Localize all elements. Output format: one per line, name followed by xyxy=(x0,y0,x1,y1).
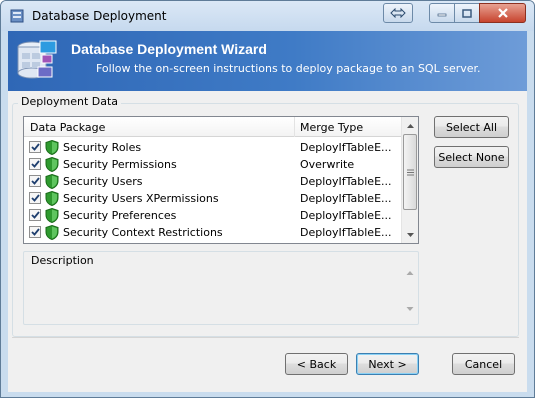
cancel-button[interactable]: Cancel xyxy=(452,353,515,375)
row-package-name: Security Users xyxy=(63,175,143,188)
arrow-up-icon xyxy=(406,123,414,128)
green-shield-icon xyxy=(45,157,59,172)
scroll-down-button[interactable] xyxy=(402,226,418,243)
wizard-title: Database Deployment Wizard xyxy=(71,41,267,57)
deployment-data-label: Deployment Data xyxy=(18,95,122,108)
arrow-down-icon xyxy=(406,232,414,237)
grip-icon xyxy=(406,169,414,175)
close-button[interactable] xyxy=(479,3,526,23)
select-all-button[interactable]: Select All xyxy=(434,116,509,138)
row-package-name: Security Users XPermissions xyxy=(63,192,219,205)
wizard-body: Deployment Data Data Package Merge Type … xyxy=(8,91,527,392)
row-checkbox[interactable] xyxy=(29,141,41,153)
checkmark-icon xyxy=(30,160,40,168)
scroll-up-button[interactable] xyxy=(402,117,418,134)
list-item[interactable]: Security Permissions Overwrite xyxy=(24,156,402,173)
list-rows: Security Roles DeployIfTableE... Securit… xyxy=(24,139,402,241)
green-shield-icon xyxy=(45,208,59,223)
list-item[interactable]: Security Preferences DeployIfTableE... xyxy=(24,207,402,224)
data-package-list[interactable]: Data Package Merge Type Security Roles D… xyxy=(23,116,419,244)
row-checkbox[interactable] xyxy=(29,226,41,238)
database-deployment-icon xyxy=(17,40,57,79)
row-merge-type: DeployIfTableE... xyxy=(300,141,392,154)
description-scrollbar[interactable] xyxy=(403,260,417,322)
green-shield-icon xyxy=(45,174,59,189)
column-header-merge-type[interactable]: Merge Type xyxy=(300,121,363,134)
row-merge-type: DeployIfTableE... xyxy=(300,209,392,222)
row-package-name: Security Permissions xyxy=(63,158,177,171)
checkmark-icon xyxy=(30,177,40,185)
wizard-window: Database Deployment Database Deployment … xyxy=(0,0,535,398)
double-arrow-icon xyxy=(390,8,406,18)
wizard-subtitle: Follow the on-screen instructions to dep… xyxy=(96,62,481,75)
row-merge-type: DeployIfTableE... xyxy=(300,192,392,205)
list-item[interactable]: Security Users DeployIfTableE... xyxy=(24,173,402,190)
row-checkbox[interactable] xyxy=(29,175,41,187)
select-none-button[interactable]: Select None xyxy=(434,146,509,168)
row-checkbox[interactable] xyxy=(29,209,41,221)
row-merge-type: DeployIfTableE... xyxy=(300,175,392,188)
row-package-name: Security Preferences xyxy=(63,209,177,222)
wizard-header: Database Deployment Wizard Follow the on… xyxy=(8,31,527,91)
checkmark-icon xyxy=(30,211,40,219)
checkmark-icon xyxy=(30,143,40,151)
description-label: Description xyxy=(31,254,94,267)
title-bar: Database Deployment xyxy=(1,1,534,31)
list-scrollbar[interactable] xyxy=(401,117,418,243)
checkmark-icon xyxy=(30,194,40,202)
maximize-icon xyxy=(462,8,472,18)
window-title: Database Deployment xyxy=(32,9,167,23)
maximize-button[interactable] xyxy=(454,3,480,23)
green-shield-icon xyxy=(45,225,59,240)
list-header: Data Package Merge Type xyxy=(24,117,402,137)
list-item[interactable]: Security Roles DeployIfTableE... xyxy=(24,139,402,156)
back-button[interactable]: < Back xyxy=(285,353,348,375)
row-checkbox[interactable] xyxy=(29,158,41,170)
row-checkbox[interactable] xyxy=(29,192,41,204)
row-merge-type: Overwrite xyxy=(300,158,355,171)
swap-window-button[interactable] xyxy=(383,3,413,23)
row-package-name: Security Roles xyxy=(63,141,142,154)
description-panel: Description xyxy=(23,251,419,325)
column-divider[interactable] xyxy=(294,117,295,137)
database-app-icon xyxy=(10,9,24,23)
column-header-data-package[interactable]: Data Package xyxy=(30,121,105,134)
green-shield-icon xyxy=(45,140,59,155)
minimize-icon xyxy=(437,13,447,17)
footer-divider xyxy=(12,337,519,338)
checkmark-icon xyxy=(30,228,40,236)
next-button[interactable]: Next > xyxy=(356,353,419,375)
list-item[interactable]: Security Context Restrictions DeployIfTa… xyxy=(24,224,402,241)
row-merge-type: DeployIfTableE... xyxy=(300,226,392,239)
close-icon xyxy=(497,8,508,18)
list-item[interactable]: Security Users XPermissions DeployIfTabl… xyxy=(24,190,402,207)
scroll-thumb[interactable] xyxy=(403,134,417,210)
green-shield-icon xyxy=(45,191,59,206)
row-package-name: Security Context Restrictions xyxy=(63,226,223,239)
minimize-button[interactable] xyxy=(429,3,455,23)
